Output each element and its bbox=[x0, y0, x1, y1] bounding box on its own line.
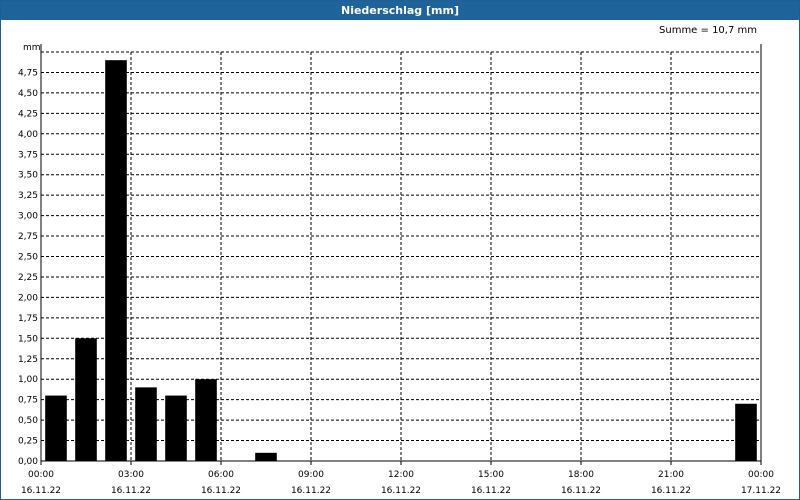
y-tick-label: 2,00 bbox=[18, 293, 38, 303]
y-tick-label: 2,75 bbox=[18, 232, 38, 242]
x-tick-time-label: 03:00 bbox=[118, 470, 144, 480]
x-tick-date-label: 17.11.22 bbox=[741, 486, 781, 496]
x-tick-date-label: 16.11.22 bbox=[381, 486, 421, 496]
y-tick-label: 4,50 bbox=[18, 89, 38, 99]
x-tick-time-label: 15:00 bbox=[478, 470, 504, 480]
x-tick-date-label: 16.11.22 bbox=[561, 486, 601, 496]
precipitation-bar bbox=[195, 379, 217, 461]
precipitation-bar bbox=[105, 60, 127, 462]
x-tick-time-label: 21:00 bbox=[658, 470, 684, 480]
x-tick-time-label: 06:00 bbox=[208, 470, 234, 480]
x-tick-date-label: 16.11.22 bbox=[111, 486, 151, 496]
y-tick-label: 0,75 bbox=[18, 396, 38, 406]
y-tick-label: 2,25 bbox=[18, 273, 38, 283]
x-tick-date-label: 16.11.22 bbox=[21, 486, 61, 496]
precipitation-bar bbox=[735, 403, 757, 461]
precipitation-bar bbox=[135, 387, 157, 461]
y-tick-label: 4,00 bbox=[18, 130, 38, 140]
y-tick-label: 3,75 bbox=[18, 150, 38, 160]
x-tick-date-label: 16.11.22 bbox=[291, 486, 331, 496]
y-tick-label: 1,25 bbox=[18, 355, 38, 365]
x-tick-date-label: 16.11.22 bbox=[201, 486, 241, 496]
x-tick-time-label: 00:00 bbox=[748, 470, 774, 480]
y-tick-label: 0,25 bbox=[18, 437, 38, 447]
precipitation-bar bbox=[165, 395, 187, 461]
y-tick-label: 0,50 bbox=[18, 416, 38, 426]
y-tick-label: 1,50 bbox=[18, 334, 38, 344]
y-tick-label: 2,50 bbox=[18, 253, 38, 263]
precipitation-bar bbox=[45, 395, 67, 461]
x-tick-time-label: 09:00 bbox=[298, 470, 324, 480]
precipitation-bar bbox=[255, 452, 277, 461]
precipitation-bar bbox=[75, 338, 97, 461]
y-tick-label: 4,25 bbox=[18, 109, 38, 119]
y-tick-label: 1,00 bbox=[18, 375, 38, 385]
y-tick-label: 0,00 bbox=[18, 457, 38, 467]
y-tick-label: 3,00 bbox=[18, 212, 38, 222]
precipitation-chart: mm 0,00 0,25 0,50 0,75 1,00 1,25 1,50 1,75 2,00 2… bbox=[18, 43, 781, 496]
y-axis-unit-label: mm bbox=[23, 43, 41, 53]
y-tick-label: 3,50 bbox=[18, 171, 38, 181]
chart-title: Niederschlag [mm] bbox=[1, 1, 799, 20]
y-tick-label: 3,25 bbox=[18, 191, 38, 201]
x-tick-time-label: 18:00 bbox=[568, 470, 594, 480]
x-tick-time-label: 12:00 bbox=[388, 470, 414, 480]
y-tick-label: 1,75 bbox=[18, 314, 38, 324]
x-tick-date-label: 16.11.22 bbox=[471, 486, 511, 496]
y-tick-label: 4,75 bbox=[18, 68, 38, 78]
x-tick-time-label: 00:00 bbox=[28, 470, 54, 480]
x-tick-date-label: 16.11.22 bbox=[651, 486, 691, 496]
chart-window: Niederschlag [mm] Summe = 10,7 mm mm 0,0… bbox=[0, 0, 800, 500]
